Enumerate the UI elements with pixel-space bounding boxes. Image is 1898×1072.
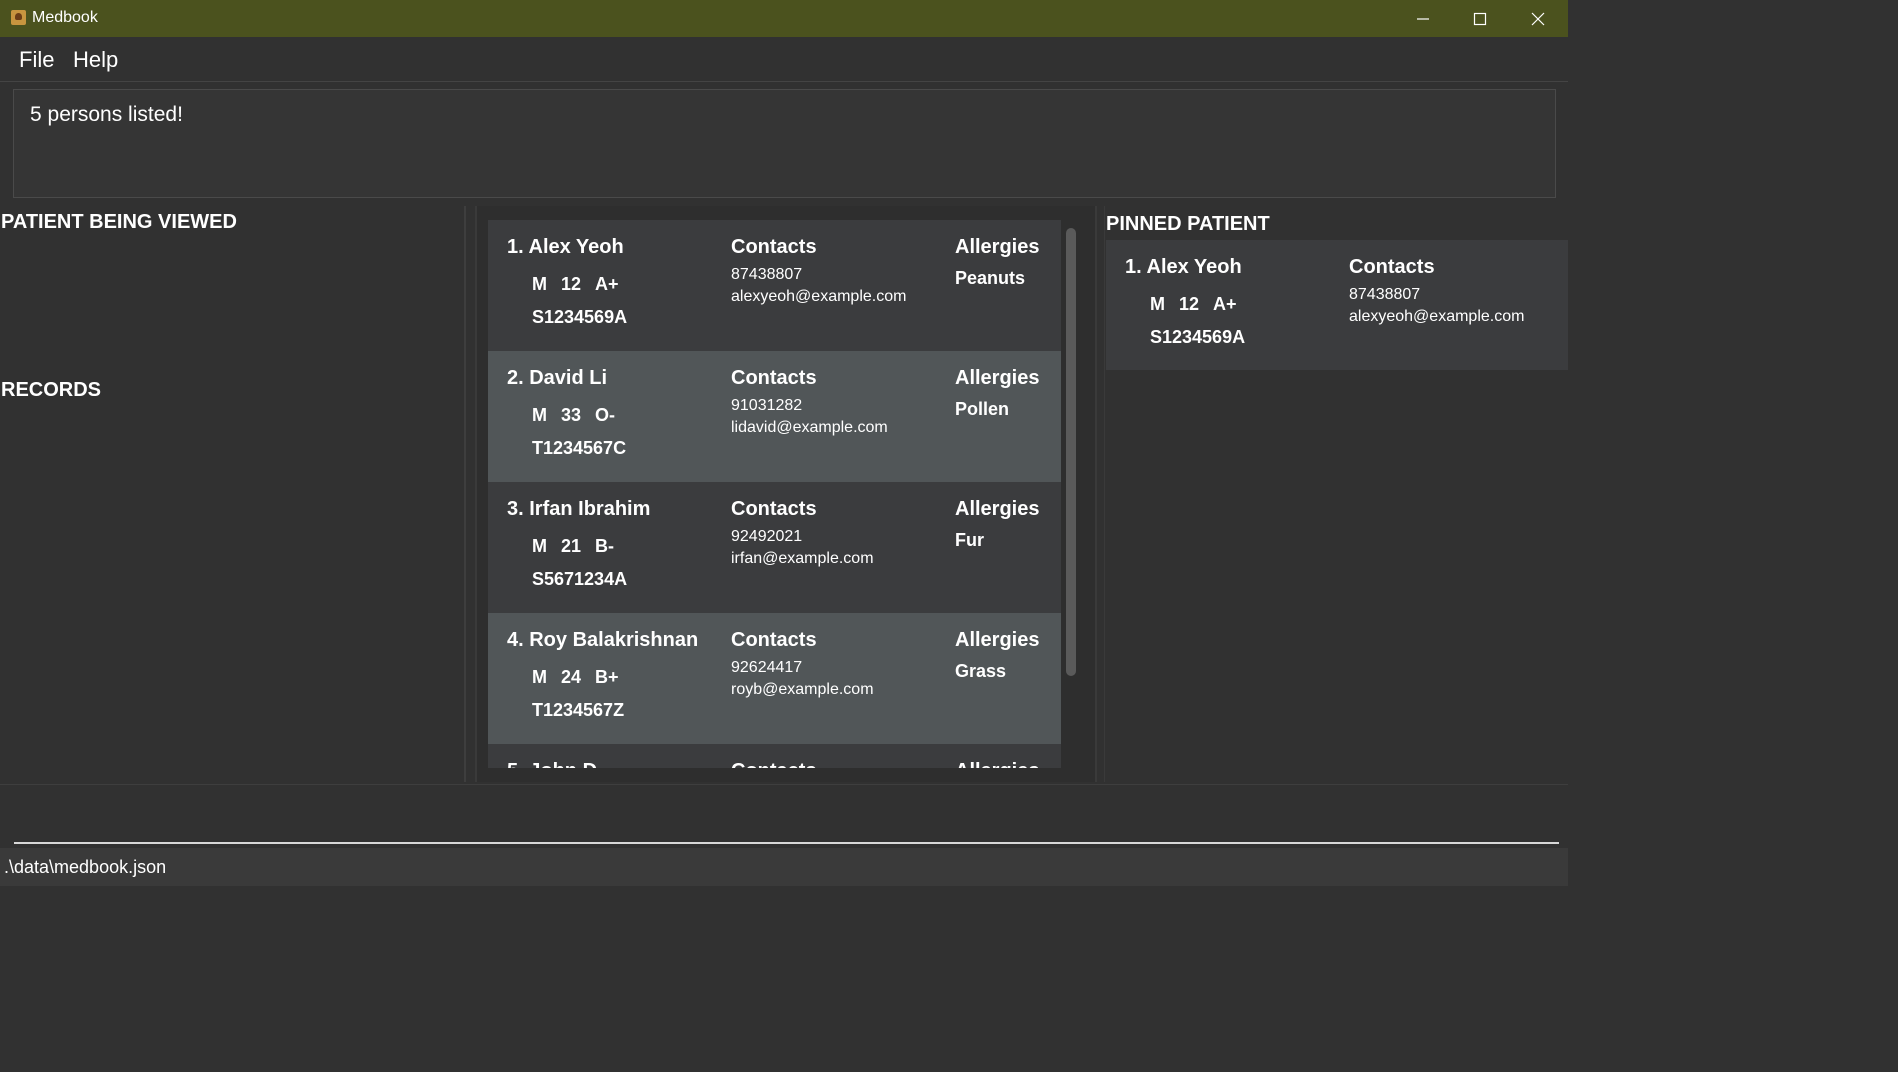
pinned-patient-card[interactable]: 1. Alex Yeoh M 12 A+ S1234569A Contacts 87… [1106, 240, 1568, 370]
phone: 92492021 [731, 528, 803, 545]
result-display[interactable]: 5 persons listed! [13, 89, 1556, 198]
blood-type: A+ [595, 274, 619, 294]
allergies-label: Allergies [955, 498, 1040, 520]
blood-type: O- [595, 405, 616, 425]
patient-attributes: M 12 A+ [532, 274, 633, 295]
list-item[interactable]: 5. John D Contacts Allergies [488, 744, 1061, 768]
allergy: Fur [955, 530, 984, 550]
phone: 92624417 [731, 659, 803, 676]
email: alexyeoh@example.com [731, 288, 907, 305]
allergies-label: Allergies [955, 629, 1040, 651]
patient-name: 3. Irfan Ibrahim [507, 498, 651, 520]
list-item[interactable]: 3. Irfan Ibrahim M 21 B- S5671234A Contact… [488, 482, 1061, 613]
patient-attributes: M 21 B- [532, 536, 628, 557]
pinned-patient-panel: PINNED PATIENT 1. Alex Yeoh M 12 A+ S12345… [1104, 206, 1569, 782]
email: irfan@example.com [731, 550, 874, 567]
close-icon [1531, 12, 1545, 26]
minimize-icon [1417, 18, 1429, 20]
menu-bar: File Help [0, 37, 1568, 82]
minimize-button[interactable] [1394, 0, 1452, 37]
menu-file[interactable]: File [19, 47, 54, 73]
patient-name: 4. Roy Balakrishnan [507, 629, 699, 651]
allergies-label: Allergies [955, 367, 1040, 389]
patient-being-viewed-heading: PATIENT BEING VIEWED [1, 211, 237, 233]
allergy: Pollen [955, 399, 1010, 419]
blood-type: B- [595, 536, 615, 556]
age: 12 [1179, 294, 1200, 314]
title-bar: Medbook [0, 0, 1568, 37]
contacts-label: Contacts [731, 498, 817, 520]
maximize-icon [1473, 12, 1487, 26]
records-heading: RECORDS [1, 379, 102, 401]
close-button[interactable] [1509, 0, 1567, 37]
contacts-label: Contacts [731, 236, 817, 258]
age: 24 [561, 667, 582, 687]
app-icon [11, 10, 26, 25]
contacts-label: Contacts [1349, 256, 1435, 278]
pinned-patient-heading: PINNED PATIENT [1106, 213, 1270, 235]
nric: S1234569A [532, 307, 628, 327]
age: 33 [561, 405, 582, 425]
window-title: Medbook [32, 9, 98, 26]
email: lidavid@example.com [731, 419, 888, 436]
patient-name: 1. Alex Yeoh [507, 236, 624, 258]
list-scrollbar-thumb[interactable] [1066, 228, 1076, 676]
allergies-label: Allergies [955, 760, 1039, 768]
nric: S5671234A [532, 569, 628, 589]
patient-name: 1. Alex Yeoh [1125, 256, 1242, 278]
list-item[interactable]: 4. Roy Balakrishnan M 24 B+ T1234567Z Cont… [488, 613, 1061, 744]
patient-attributes: M 33 O- [532, 405, 629, 426]
nric: T1234567Z [532, 700, 625, 720]
patient-list[interactable]: 1. Alex Yeoh M 12 A+ S1234569A Contacts 87… [488, 220, 1061, 768]
blood-type: B+ [595, 667, 619, 687]
nric: S1234569A [1150, 327, 1246, 347]
gender: M [532, 667, 547, 687]
result-message: 5 persons listed! [30, 103, 183, 126]
allergies-label: Allergies [955, 236, 1040, 258]
list-item[interactable]: 1. Alex Yeoh M 12 A+ S1234569A Contacts 87… [488, 220, 1061, 351]
gender: M [532, 405, 547, 425]
contacts-label: Contacts [731, 760, 817, 768]
command-input[interactable] [14, 785, 1559, 844]
patient-name: 2. David Li [507, 367, 608, 389]
blood-type: A+ [1213, 294, 1237, 314]
gender: M [532, 274, 547, 294]
patient-name: 5. John D [507, 760, 597, 768]
age: 21 [561, 536, 582, 556]
list-item[interactable]: 2. David Li M 33 O- T1234567C Contacts 910… [488, 351, 1061, 482]
patient-viewed-panel: PATIENT BEING VIEWED RECORDS [0, 206, 466, 782]
phone: 87438807 [731, 266, 803, 283]
maximize-button[interactable] [1451, 0, 1509, 37]
command-area [0, 784, 1568, 847]
allergy: Peanuts [955, 268, 1026, 288]
data-file-path: .\data\medbook.json [4, 857, 167, 877]
phone: 91031282 [731, 397, 803, 414]
nric: T1234567C [532, 438, 627, 458]
allergy: Grass [955, 661, 1007, 681]
gender: M [532, 536, 547, 556]
age: 12 [561, 274, 582, 294]
contacts-label: Contacts [731, 367, 817, 389]
menu-help[interactable]: Help [73, 47, 118, 73]
status-bar: .\data\medbook.json [0, 848, 1568, 886]
patient-attributes: M 24 B+ [532, 667, 633, 688]
email: royb@example.com [731, 681, 874, 698]
patient-attributes: M 12 A+ [1150, 294, 1251, 315]
contacts-label: Contacts [731, 629, 817, 651]
phone: 87438807 [1349, 286, 1421, 303]
gender: M [1150, 294, 1165, 314]
email: alexyeoh@example.com [1349, 308, 1525, 325]
